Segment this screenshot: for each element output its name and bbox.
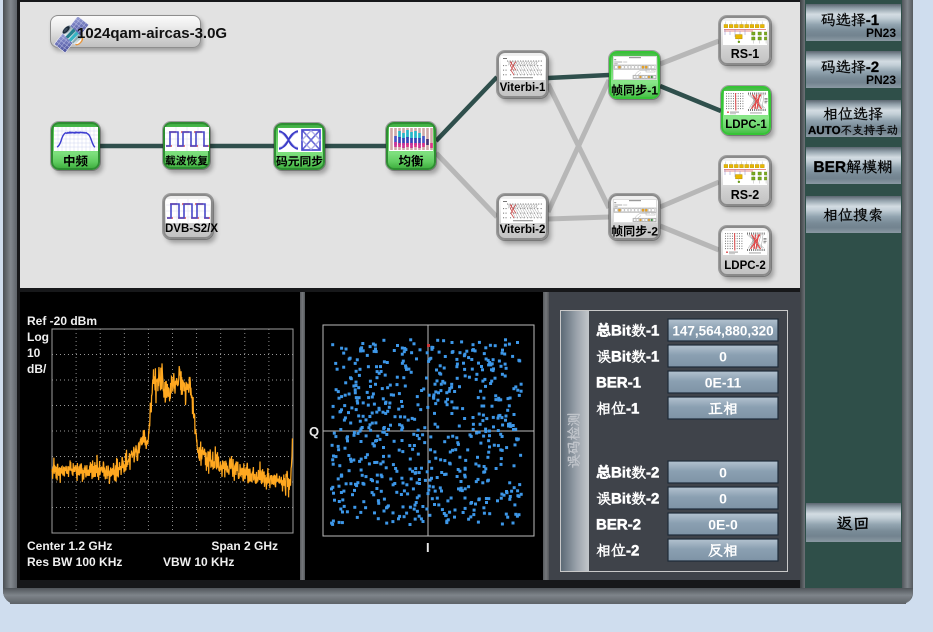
svg-text:Ref -20 dBm: Ref -20 dBm bbox=[27, 314, 97, 328]
svg-text:I: I bbox=[426, 540, 430, 555]
svg-text:0E-11: 0E-11 bbox=[705, 375, 742, 391]
svg-text:0: 0 bbox=[719, 491, 727, 507]
svg-text:147,564,880,320: 147,564,880,320 bbox=[672, 324, 773, 339]
svg-text:dB/: dB/ bbox=[27, 362, 47, 376]
svg-text:PN23: PN23 bbox=[866, 73, 896, 87]
svg-text:Q: Q bbox=[309, 424, 319, 439]
svg-text:Res BW 100 KHz: Res BW 100 KHz bbox=[27, 555, 122, 569]
svg-text:Span 2 GHz: Span 2 GHz bbox=[211, 539, 278, 553]
svg-text:PN23: PN23 bbox=[866, 26, 896, 40]
svg-text:0: 0 bbox=[719, 349, 727, 365]
svg-text:0: 0 bbox=[719, 465, 727, 481]
svg-text:VBW 10 KHz: VBW 10 KHz bbox=[163, 555, 234, 569]
svg-text:0E-0: 0E-0 bbox=[708, 517, 738, 533]
svg-text:Center 1.2 GHz: Center 1.2 GHz bbox=[27, 539, 112, 553]
svg-text:10: 10 bbox=[27, 346, 41, 360]
svg-text:Log: Log bbox=[27, 330, 49, 344]
